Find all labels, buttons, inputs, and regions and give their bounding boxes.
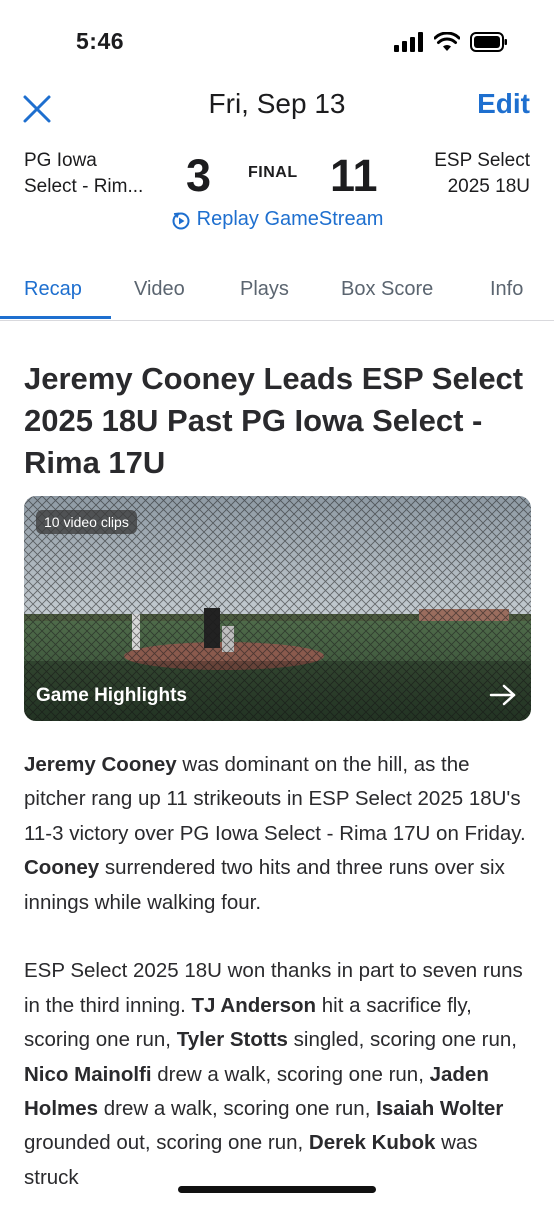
player-name: Nico Mainolfi	[24, 1062, 152, 1086]
player-name: Tyler Stotts	[176, 1028, 288, 1052]
replay-gamestream-link[interactable]: Replay GameStream	[0, 208, 554, 236]
article-headline: Jeremy Cooney Leads ESP Select 2025 18U …	[24, 361, 524, 480]
article-paragraph: Jeremy Cooney was dominant on the hill, …	[24, 753, 526, 914]
video-clips-badge: 10 video clips	[36, 510, 137, 534]
player-name: TJ Anderson	[191, 993, 317, 1017]
game-highlights-video[interactable]: 10 video clips Game Highlights	[24, 496, 531, 721]
status-icons	[394, 32, 508, 52]
article-body: Jeremy Cooney was dominant on the hill, …	[24, 748, 534, 1230]
home-team-line2: 2025 18U	[447, 176, 530, 197]
home-indicator[interactable]	[178, 1186, 376, 1193]
video-title: Game Highlights	[36, 685, 187, 706]
active-tab-indicator	[0, 316, 111, 319]
away-team-name[interactable]: PG Iowa Select - Rim...	[24, 148, 143, 200]
away-team-line2: Select - Rim...	[24, 176, 144, 197]
status-time: 5:46	[76, 28, 125, 54]
player-name: Isaiah Wolter	[376, 1097, 504, 1121]
home-team-line1: ESP Select	[434, 150, 530, 171]
home-team-score: 11	[330, 150, 378, 201]
away-team-score: 3	[186, 150, 212, 201]
tab-box-score[interactable]: Box Score	[341, 278, 433, 301]
player-name: Cooney	[24, 856, 100, 880]
tab-info[interactable]: Info	[490, 278, 523, 301]
page-title: Fri, Sep 13	[208, 88, 346, 119]
tab-bar: Recap Video Plays Box Score Info	[0, 268, 554, 321]
game-status: FINAL	[248, 164, 298, 181]
status-bar: 5:46	[0, 0, 554, 84]
player-name: Derek Kubok	[308, 1131, 436, 1155]
away-team-line1: PG Iowa	[24, 150, 97, 171]
replay-icon	[172, 211, 190, 229]
player-name: Jeremy Cooney	[24, 753, 177, 776]
article-paragraph: ESP Select 2025 18U won thanks in part t…	[24, 959, 523, 1189]
arrow-right-icon	[489, 684, 516, 706]
edit-button[interactable]: Edit	[477, 88, 530, 120]
cellular-signal-icon	[394, 32, 423, 52]
tab-recap[interactable]: Recap	[24, 278, 82, 301]
tab-plays[interactable]: Plays	[240, 278, 289, 301]
tab-video[interactable]: Video	[134, 278, 185, 301]
replay-label: Replay GameStream	[196, 208, 384, 230]
home-team-name[interactable]: ESP Select 2025 18U	[434, 148, 530, 200]
battery-icon	[470, 32, 507, 52]
wifi-icon	[434, 32, 460, 51]
